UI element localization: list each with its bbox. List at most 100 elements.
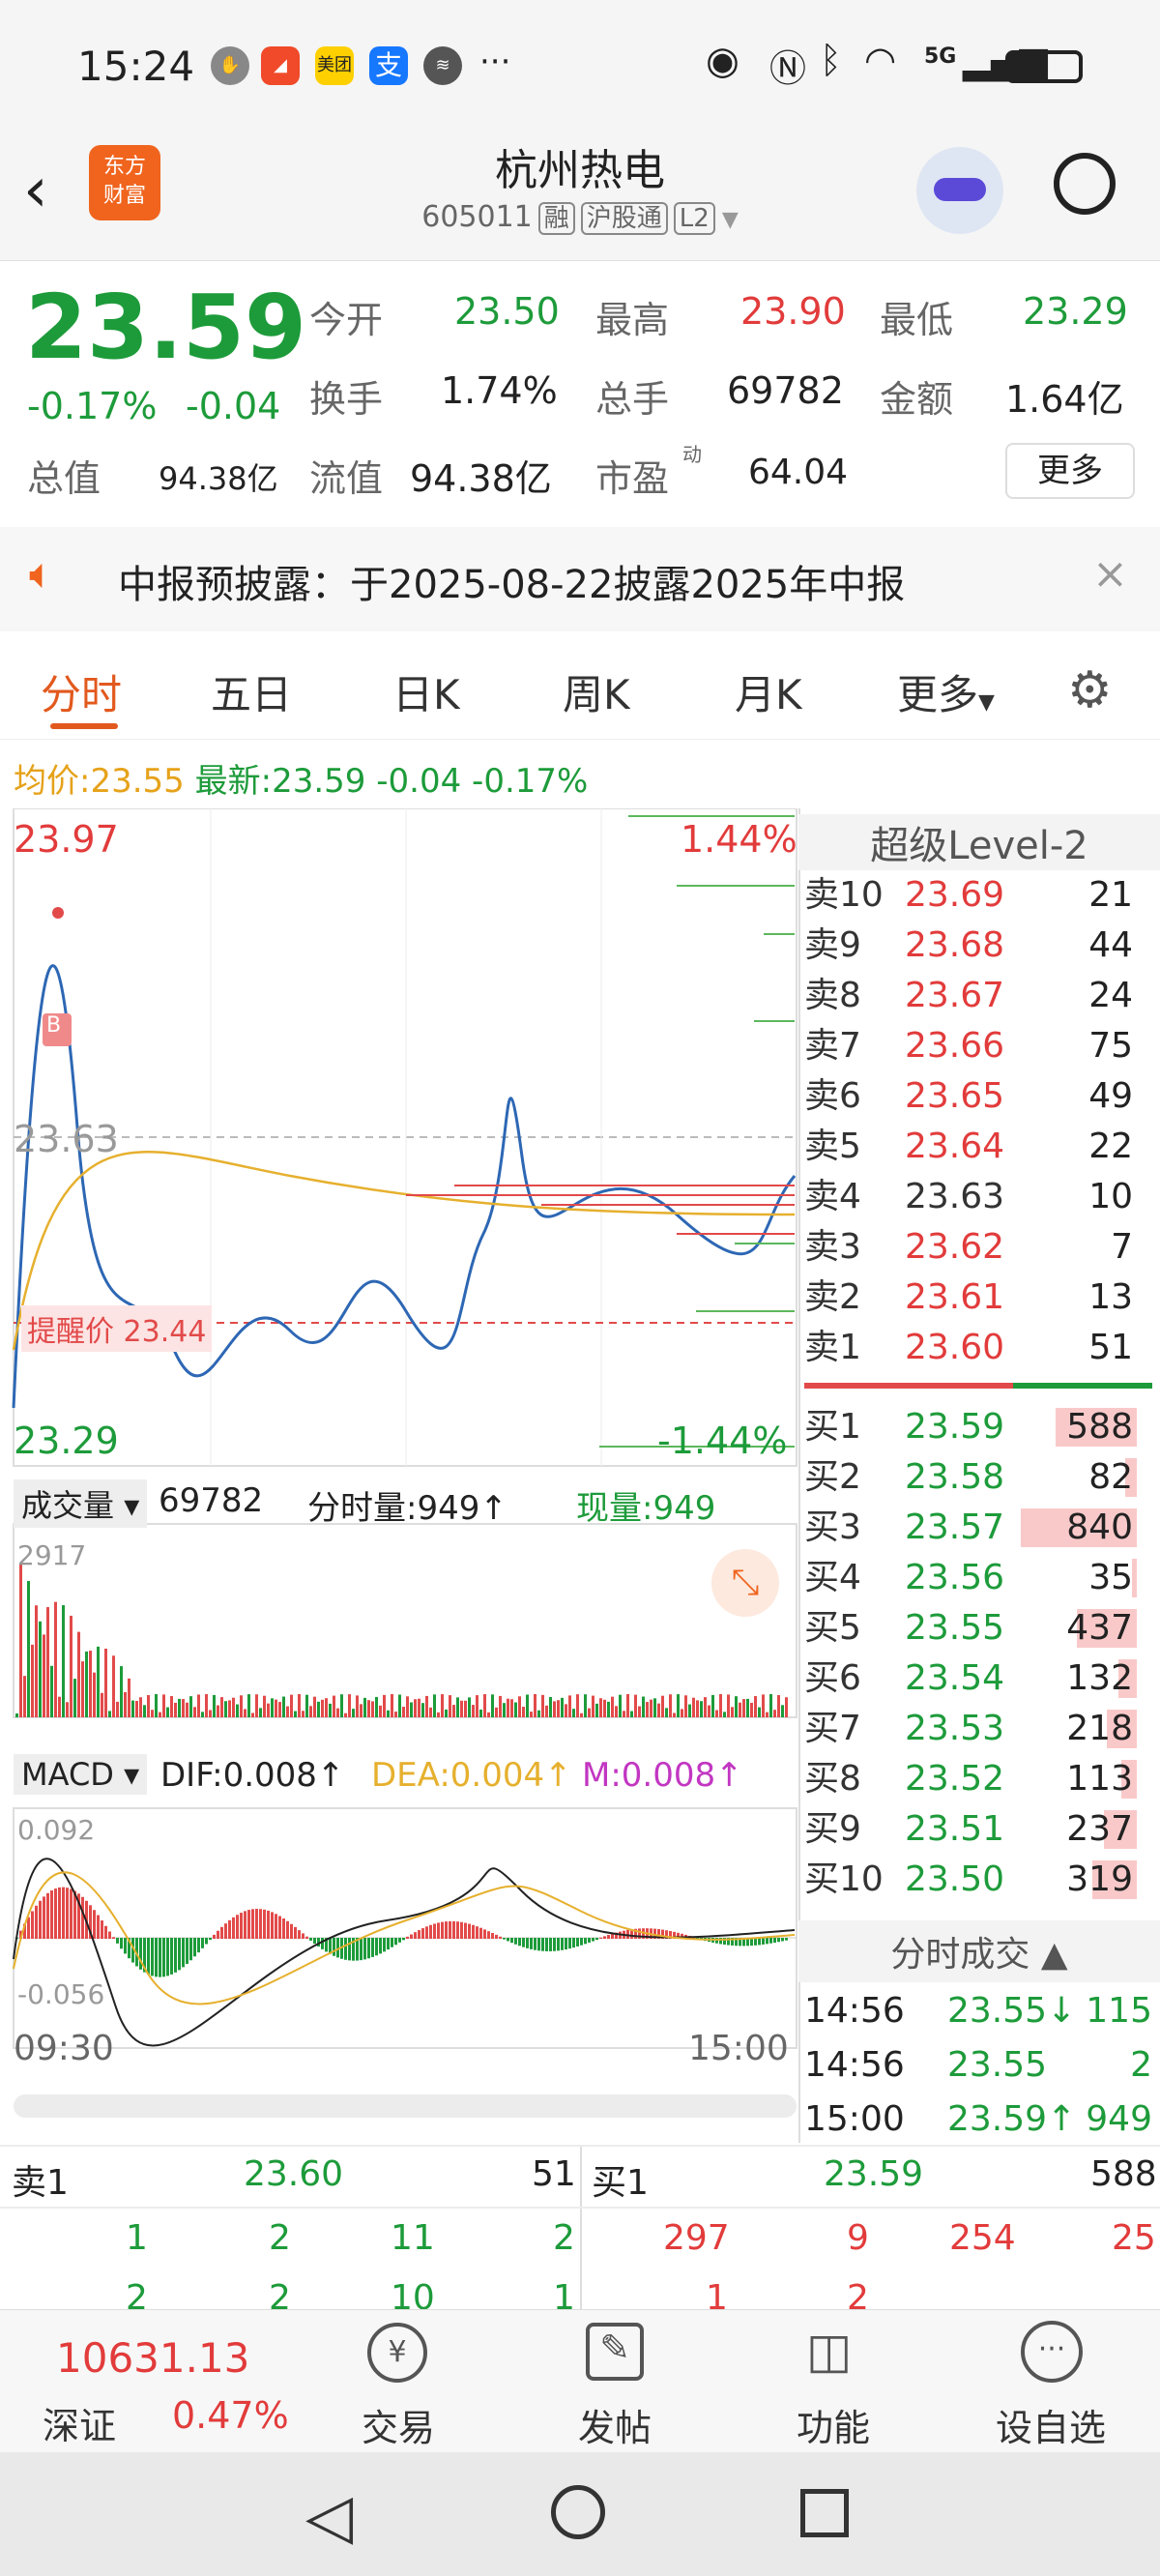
macd-bar [178,1938,181,1971]
index-value[interactable]: 10631.13 [56,2334,249,2382]
ask-level: 卖1 [804,1328,861,1367]
tab-monthly-k[interactable]: 月K [735,662,802,721]
macd-bar [309,1938,312,1941]
ask-volume: 21 [1088,875,1133,915]
volume-bar [754,1696,757,1717]
status-bar: 15:24 ✋ ◢ 美团 支 ≋ ··· ◉ Ⓝ ᛒ ◠ 5G ▂▄▆ [0,0,1160,135]
macd-bar [553,1938,556,1951]
macd-bottom: -0.056 [17,1978,105,2010]
volume-bar [120,1666,123,1717]
macd-bar [518,1938,521,1947]
bid-row[interactable]: 买2 23.58 82 [804,1452,1158,1503]
back-triangle-icon[interactable]: ◁ [305,2481,353,2553]
function-icon[interactable]: ◫ [806,2323,852,2379]
bid-row[interactable]: 买10 23.50 319 [804,1855,1158,1905]
recents-square-icon[interactable] [800,2489,849,2537]
volume-bar [653,1698,656,1717]
ask-row[interactable]: 卖4 23.63 10 [804,1172,1158,1222]
more-button[interactable]: 更多 [1005,443,1135,499]
bid-price: 23.56 [905,1558,1005,1597]
volume-bar [785,1697,788,1717]
macd-bar [46,1892,49,1939]
volume-bar [108,1711,111,1717]
ask-row[interactable]: 卖6 23.65 49 [804,1071,1158,1122]
tab-intraday[interactable]: 分时 [41,662,122,721]
ask-row[interactable]: 卖8 23.67 24 [804,971,1158,1021]
nav-trade[interactable]: 交易 [362,2398,435,2451]
macd-bar [197,1938,200,1953]
nav-post[interactable]: 发帖 [578,2398,652,2451]
macd-bar [584,1938,587,1945]
volume-bar [290,1694,293,1717]
bid-volume: 113 [1066,1759,1133,1799]
volume-bar [746,1698,749,1717]
audio-icon: ≋ [423,46,462,85]
buy-marker[interactable]: B [46,1013,61,1038]
nav-add-watchlist[interactable]: 设自选 [996,2398,1106,2451]
level2-title[interactable]: 超级Level-2 [798,814,1160,870]
macd-bar [514,1938,517,1945]
ask-row[interactable]: 卖1 23.60 51 [804,1323,1158,1373]
nav-function[interactable]: 功能 [797,2398,870,2451]
bid-price: 23.58 [905,1457,1005,1497]
volume-bar [379,1705,382,1717]
volume-bar [692,1697,695,1717]
bid-volume: 840 [1066,1508,1133,1547]
ask-volume: 7 [1111,1227,1133,1267]
ask-row[interactable]: 卖2 23.61 13 [804,1273,1158,1323]
ask-row[interactable]: 卖9 23.68 44 [804,921,1158,971]
bid-row[interactable]: 买5 23.55 437 [804,1603,1158,1654]
close-icon[interactable]: × [1092,549,1128,599]
volume-bar [611,1696,614,1717]
ask-row[interactable]: 卖3 23.62 7 [804,1222,1158,1273]
macd-bar [433,1923,436,1939]
bid-row[interactable]: 买1 23.59 588 [804,1402,1158,1452]
robot-avatar[interactable] [916,147,1003,234]
volume-bar [526,1694,529,1717]
home-circle-icon[interactable] [551,2485,605,2539]
ask-row[interactable]: 卖10 23.69 21 [804,870,1158,921]
intraday-chart[interactable] [0,808,798,2143]
bid-row[interactable]: 买9 23.51 237 [804,1804,1158,1855]
bid-row[interactable]: 买4 23.56 35 [804,1553,1158,1603]
gear-icon[interactable]: ⚙ [1067,661,1113,719]
volume-bar [112,1655,115,1717]
tab-daily-k[interactable]: 日K [392,662,460,721]
ask-row[interactable]: 卖7 23.66 75 [804,1021,1158,1071]
volume-bar [514,1702,517,1717]
notice-text: 中报预披露：于2025-08-22披露2025年中报 [118,563,906,607]
tab-more[interactable]: 更多▼ [897,662,995,721]
ticks-header[interactable]: 分时成交 ▲ [798,1920,1160,1982]
float-cap-value: 94.38亿 [410,457,552,500]
volume-bar [43,1634,45,1717]
alert-price-label[interactable]: 提醒价 23.44 [21,1305,213,1352]
queue-cell: 1 [126,2218,148,2258]
macd-bar [50,1890,53,1939]
tab-five-day[interactable]: 五日 [211,662,292,721]
ask-volume: 44 [1088,925,1133,965]
trade-icon[interactable]: ¥ [367,2323,427,2383]
bid-row[interactable]: 买8 23.52 113 [804,1754,1158,1804]
volume-selector[interactable]: 成交量 ▾ [14,1479,148,1528]
queue-cell: 2 [269,2218,291,2258]
volume-bar [309,1706,312,1717]
volume-bar [700,1701,703,1717]
expand-icon[interactable]: ⤡ [711,1549,779,1617]
eye-icon: ◉ [706,39,740,83]
bid-volume: 588 [1066,1407,1133,1447]
macd-bar [425,1926,428,1939]
post-icon[interactable]: ✎ [586,2323,644,2381]
macd-selector[interactable]: MACD ▾ [14,1754,148,1795]
bid-row[interactable]: 买3 23.57 840 [804,1503,1158,1553]
low-label: 最低 [880,299,954,341]
bid-row[interactable]: 买7 23.53 218 [804,1704,1158,1754]
volume-bar [356,1695,359,1717]
ask-row[interactable]: 卖5 23.64 22 [804,1122,1158,1172]
macd-bar [367,1938,370,1959]
bid-price: 23.55 [905,1608,1005,1648]
bid-row[interactable]: 买6 23.54 132 [804,1654,1158,1704]
volume-bar [267,1703,270,1717]
search-icon[interactable] [1054,153,1116,215]
watchlist-icon[interactable]: ··· [1021,2321,1083,2383]
tab-weekly-k[interactable]: 周K [563,662,630,721]
